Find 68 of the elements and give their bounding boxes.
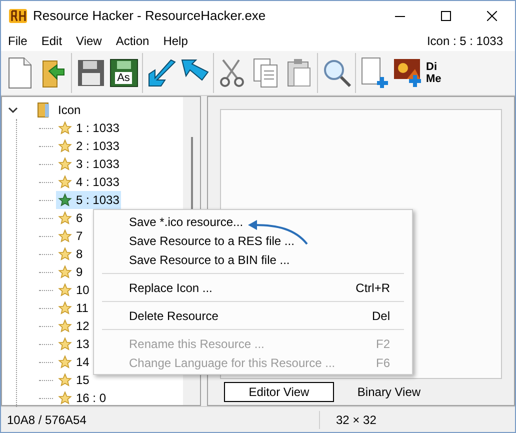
star-icon bbox=[58, 247, 72, 261]
star-icon bbox=[58, 139, 72, 153]
menu-item[interactable]: Replace Icon ... Ctrl+R bbox=[94, 278, 412, 297]
window-title: Resource Hacker - ResourceHacker.exe bbox=[33, 7, 266, 26]
status-text: 32 × 32 bbox=[319, 410, 376, 428]
status-text: 10A8 / 576A54 bbox=[6, 412, 88, 428]
shortcut-text: Del bbox=[372, 308, 390, 324]
tree-item[interactable]: 5 : 1033 bbox=[56, 191, 122, 209]
app-logo-icon bbox=[9, 9, 27, 23]
image-plus-icon bbox=[392, 57, 422, 89]
star-icon bbox=[58, 337, 72, 351]
menu-item[interactable]: Edit bbox=[34, 31, 70, 51]
star-icon bbox=[58, 175, 72, 189]
clipboard-icon bbox=[286, 58, 312, 88]
star-icon bbox=[58, 391, 72, 405]
star-icon bbox=[58, 355, 72, 369]
menu-item[interactable]: Save Resource to a RES file ... bbox=[94, 231, 412, 250]
menu-item[interactable]: Action bbox=[108, 31, 156, 51]
star-icon bbox=[58, 319, 72, 333]
menu-item[interactable]: Help bbox=[156, 31, 195, 51]
menu-item[interactable]: Save *.ico resource... bbox=[94, 212, 412, 231]
tree-item[interactable]: 14 bbox=[56, 353, 92, 371]
maximize-icon bbox=[441, 11, 451, 21]
tree-item[interactable]: 6 bbox=[56, 209, 85, 227]
tree-item[interactable]: 16 : 0 bbox=[56, 389, 108, 407]
tree-item[interactable]: 4 : 1033 bbox=[56, 173, 122, 191]
close-icon bbox=[487, 11, 497, 21]
scissors-icon bbox=[218, 58, 246, 88]
tree-item[interactable]: 10 bbox=[56, 281, 92, 299]
tree-item[interactable]: 1 : 1033 bbox=[56, 119, 122, 137]
star-icon bbox=[58, 265, 72, 279]
menu-item[interactable]: Delete Resource Del bbox=[94, 306, 412, 325]
tree-item[interactable]: Icon bbox=[58, 101, 81, 119]
tree-item[interactable]: 2 : 1033 bbox=[56, 137, 122, 155]
chevron-icon[interactable] bbox=[8, 105, 18, 115]
star-icon bbox=[58, 193, 72, 207]
blank-page-icon bbox=[6, 57, 32, 89]
tree-item[interactable]: 15 bbox=[56, 371, 92, 389]
copy-icon bbox=[252, 58, 278, 88]
star-icon bbox=[58, 121, 72, 135]
tree-item[interactable]: 3 : 1033 bbox=[56, 155, 122, 173]
save-as-label: As bbox=[115, 72, 132, 84]
tree-item[interactable]: 9 bbox=[56, 263, 85, 281]
star-icon bbox=[58, 211, 72, 225]
resource-label: Icon : 5 : 1033 bbox=[426, 33, 504, 50]
dialog-merger-button[interactable]: Di Me bbox=[424, 61, 442, 85]
menu-item[interactable]: File bbox=[1, 31, 34, 51]
view-tab[interactable]: Binary View bbox=[334, 382, 444, 402]
star-icon bbox=[58, 301, 72, 315]
star-icon bbox=[58, 157, 72, 171]
star-icon bbox=[58, 283, 72, 297]
shortcut-text: Ctrl+R bbox=[356, 280, 390, 296]
star-icon bbox=[58, 229, 72, 243]
tree-item[interactable]: 13 bbox=[56, 335, 92, 353]
shortcut-text: F6 bbox=[376, 354, 390, 372]
tree-item[interactable]: 7 bbox=[56, 227, 85, 245]
tree-item[interactable]: 12 bbox=[56, 317, 92, 335]
tree-item[interactable]: 11 bbox=[56, 299, 90, 317]
magnifier-icon bbox=[322, 58, 352, 88]
star-icon bbox=[58, 373, 72, 387]
menu-item[interactable]: View bbox=[69, 31, 109, 51]
menu-item[interactable]: Save Resource to a BIN file ... bbox=[94, 250, 412, 269]
page-plus-icon bbox=[360, 57, 390, 89]
folder-icon bbox=[36, 102, 52, 118]
diagonal-arrow-icon bbox=[146, 58, 176, 88]
shortcut-text: F2 bbox=[376, 336, 390, 352]
view-tab[interactable]: Editor View bbox=[224, 382, 334, 402]
tree-item[interactable]: 8 bbox=[56, 245, 85, 263]
